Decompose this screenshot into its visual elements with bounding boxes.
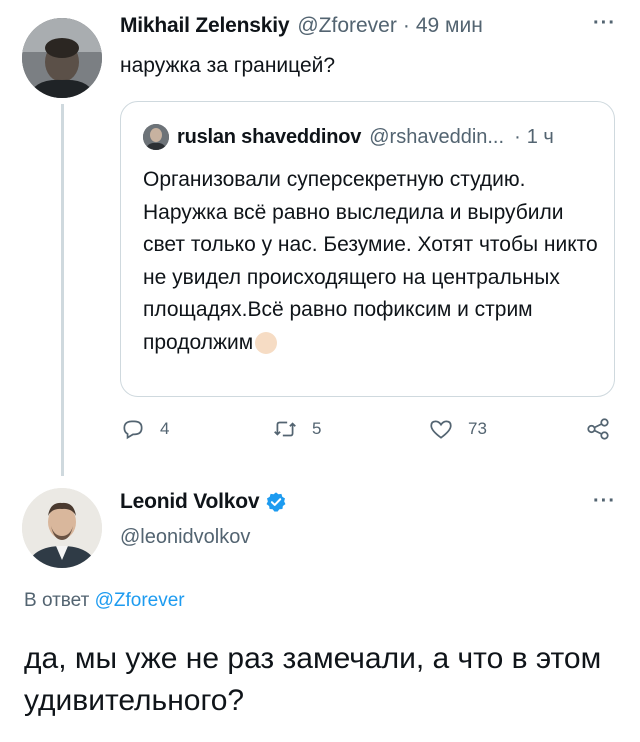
tweet-text: да, мы уже не раз замечали, а что в этом… [24,642,602,717]
quoted-avatar [143,124,169,150]
author-name[interactable]: Mikhail Zelenskiy [120,14,290,38]
reply-tweet: Leonid Volkov @leonidvolkov ··· В ответ … [0,470,640,742]
reply-to-link[interactable]: @Zforever [95,590,185,611]
quoted-tweet-text: Организовали суперсекретную студию. Нару… [143,168,598,354]
retweet-button[interactable]: 5 [272,416,321,442]
like-button[interactable]: 73 [428,416,487,442]
like-count: 73 [468,419,487,438]
tweet-actions: 4 5 73 [120,416,615,446]
quoted-tweet-text-block: Организовали суперсекретную студию. Нару… [143,164,603,359]
heart-icon [430,420,452,439]
verified-badge-icon [266,492,286,512]
share-button[interactable] [585,416,625,442]
quoted-timestamp: 1 ч [526,125,554,148]
quoted-tweet-header: ruslan shaveddinov @rshaveddin... · 1 ч [143,124,554,150]
quoted-author-name: ruslan shaveddinov [177,125,362,148]
quoted-author-handle: @rshaveddin... [369,125,505,148]
tweet-text: наружка за границей? [120,54,336,77]
tweet-header: Mikhail Zelenskiy @Zforever · 49 мин [120,14,483,38]
profile-photo [22,18,102,98]
retweet-icon [274,421,296,437]
raised-fist-emoji-icon [255,331,278,354]
separator: · [402,14,410,37]
author-name[interactable]: Leonid Volkov [120,490,260,514]
reply-context: В ответ @Zforever [24,590,185,612]
avatar[interactable] [22,18,102,98]
more-options-icon[interactable]: ··· [593,12,616,35]
author-handle[interactable]: @Zforever [297,14,397,38]
avatar[interactable] [22,488,102,568]
timestamp[interactable]: 49 мин [416,14,483,38]
author-handle[interactable]: @leonidvolkov [120,526,250,549]
original-tweet: Mikhail Zelenskiy @Zforever · 49 мин ···… [0,0,640,476]
quoted-tweet[interactable]: ruslan shaveddinov @rshaveddin... · 1 ч … [120,101,615,397]
reply-button[interactable]: 4 [120,416,169,442]
share-icon [587,418,609,440]
profile-photo [22,488,102,568]
retweet-count: 5 [312,419,322,438]
tweet-header: Leonid Volkov [120,490,287,514]
more-options-icon[interactable]: ··· [593,490,616,513]
reply-count: 4 [160,419,170,438]
separator: · [514,125,521,148]
reply-icon [123,420,143,440]
reply-prefix: В ответ [24,590,90,611]
thread-line [61,104,64,476]
